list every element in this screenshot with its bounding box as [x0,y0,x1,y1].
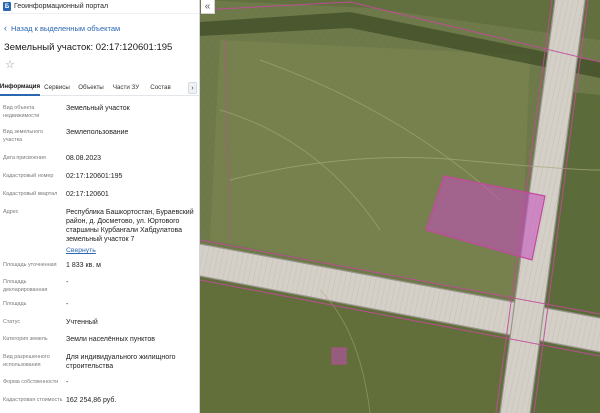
attribute-value: - [66,379,69,386]
attribute-label: Площадь уточненная [3,262,57,268]
tab-bar: Информация Сервисы Объекты Части ЗУ Сост… [0,80,199,96]
attribute-value: Земли населённых пунктов [66,336,156,343]
portal-logo-icon[interactable]: Б [3,2,11,11]
tab-objects[interactable]: Объекты [74,80,108,96]
collapse-address-link[interactable]: Свернуть [66,246,196,255]
attribute-label: Площадь декларированная [3,279,48,293]
small-parcel[interactable] [331,347,347,365]
attribute-label: Вид объекта недвижимости [3,105,40,119]
attribute-label: Форма собственности [3,379,59,385]
star-icon[interactable]: ☆ [5,60,15,71]
map-canvas[interactable] [200,0,600,413]
portal-header: Б Геоинформационный портал [0,0,199,14]
attribute-value: 1 833 кв. м [66,262,101,269]
attribute-label: Кадастровый номер [3,173,54,179]
double-chevron-left-icon[interactable]: « [201,0,215,14]
attribute-label: Категория земель [3,336,48,342]
back-to-selected-link[interactable]: ‹ Назад к выделенным объектам [4,23,121,34]
page-title: Земельный участок: 02:17:120601:195 [4,42,173,53]
attribute-label: Вид разрешенного использования [3,354,50,368]
attribute-label: Кадастровая стоимость [3,397,63,403]
attribute-value: Учтенный [66,319,98,326]
tab-composition[interactable]: Состав [144,80,177,96]
chevron-left-icon: ‹ [4,23,7,33]
attribute-value: Для индивидуального жилищного строительс… [66,354,176,370]
attribute-label: Дата присвоения [3,155,46,161]
satellite-map[interactable] [200,0,600,413]
attribute-value: 08.08.2023 [66,155,102,162]
attribute-value: - [66,301,69,308]
back-link-label: Назад к выделенным объектам [11,24,121,33]
attribute-label: Кадастровый квартал [3,191,58,197]
tab-services[interactable]: Сервисы [40,80,74,96]
attribute-value: 02:17:120601 [66,191,109,198]
attribute-label: Адрес [3,209,19,215]
tab-parts[interactable]: Части ЗУ [108,80,144,96]
attribute-value: 162 254,86 руб. [66,397,117,404]
tabs-scroll-right-button[interactable]: › [188,82,197,94]
attribute-label: Статус [3,319,21,325]
attribute-value: - [66,279,69,286]
attribute-value: Землепользование [66,129,129,136]
portal-title: Геоинформационный портал [14,3,109,10]
attribute-label: Вид земельного участка [3,129,43,143]
attribute-value: Земельный участок [66,105,130,112]
attribute-value: Республика Башкортостан, Бураевский райо… [66,209,194,243]
tab-info[interactable]: Информация [0,80,40,96]
info-panel: Б Геоинформационный портал ‹ Назад к выд… [0,0,200,413]
attribute-label: Площадь [3,301,27,307]
attribute-value: 02:17:120601:195 [66,173,123,180]
